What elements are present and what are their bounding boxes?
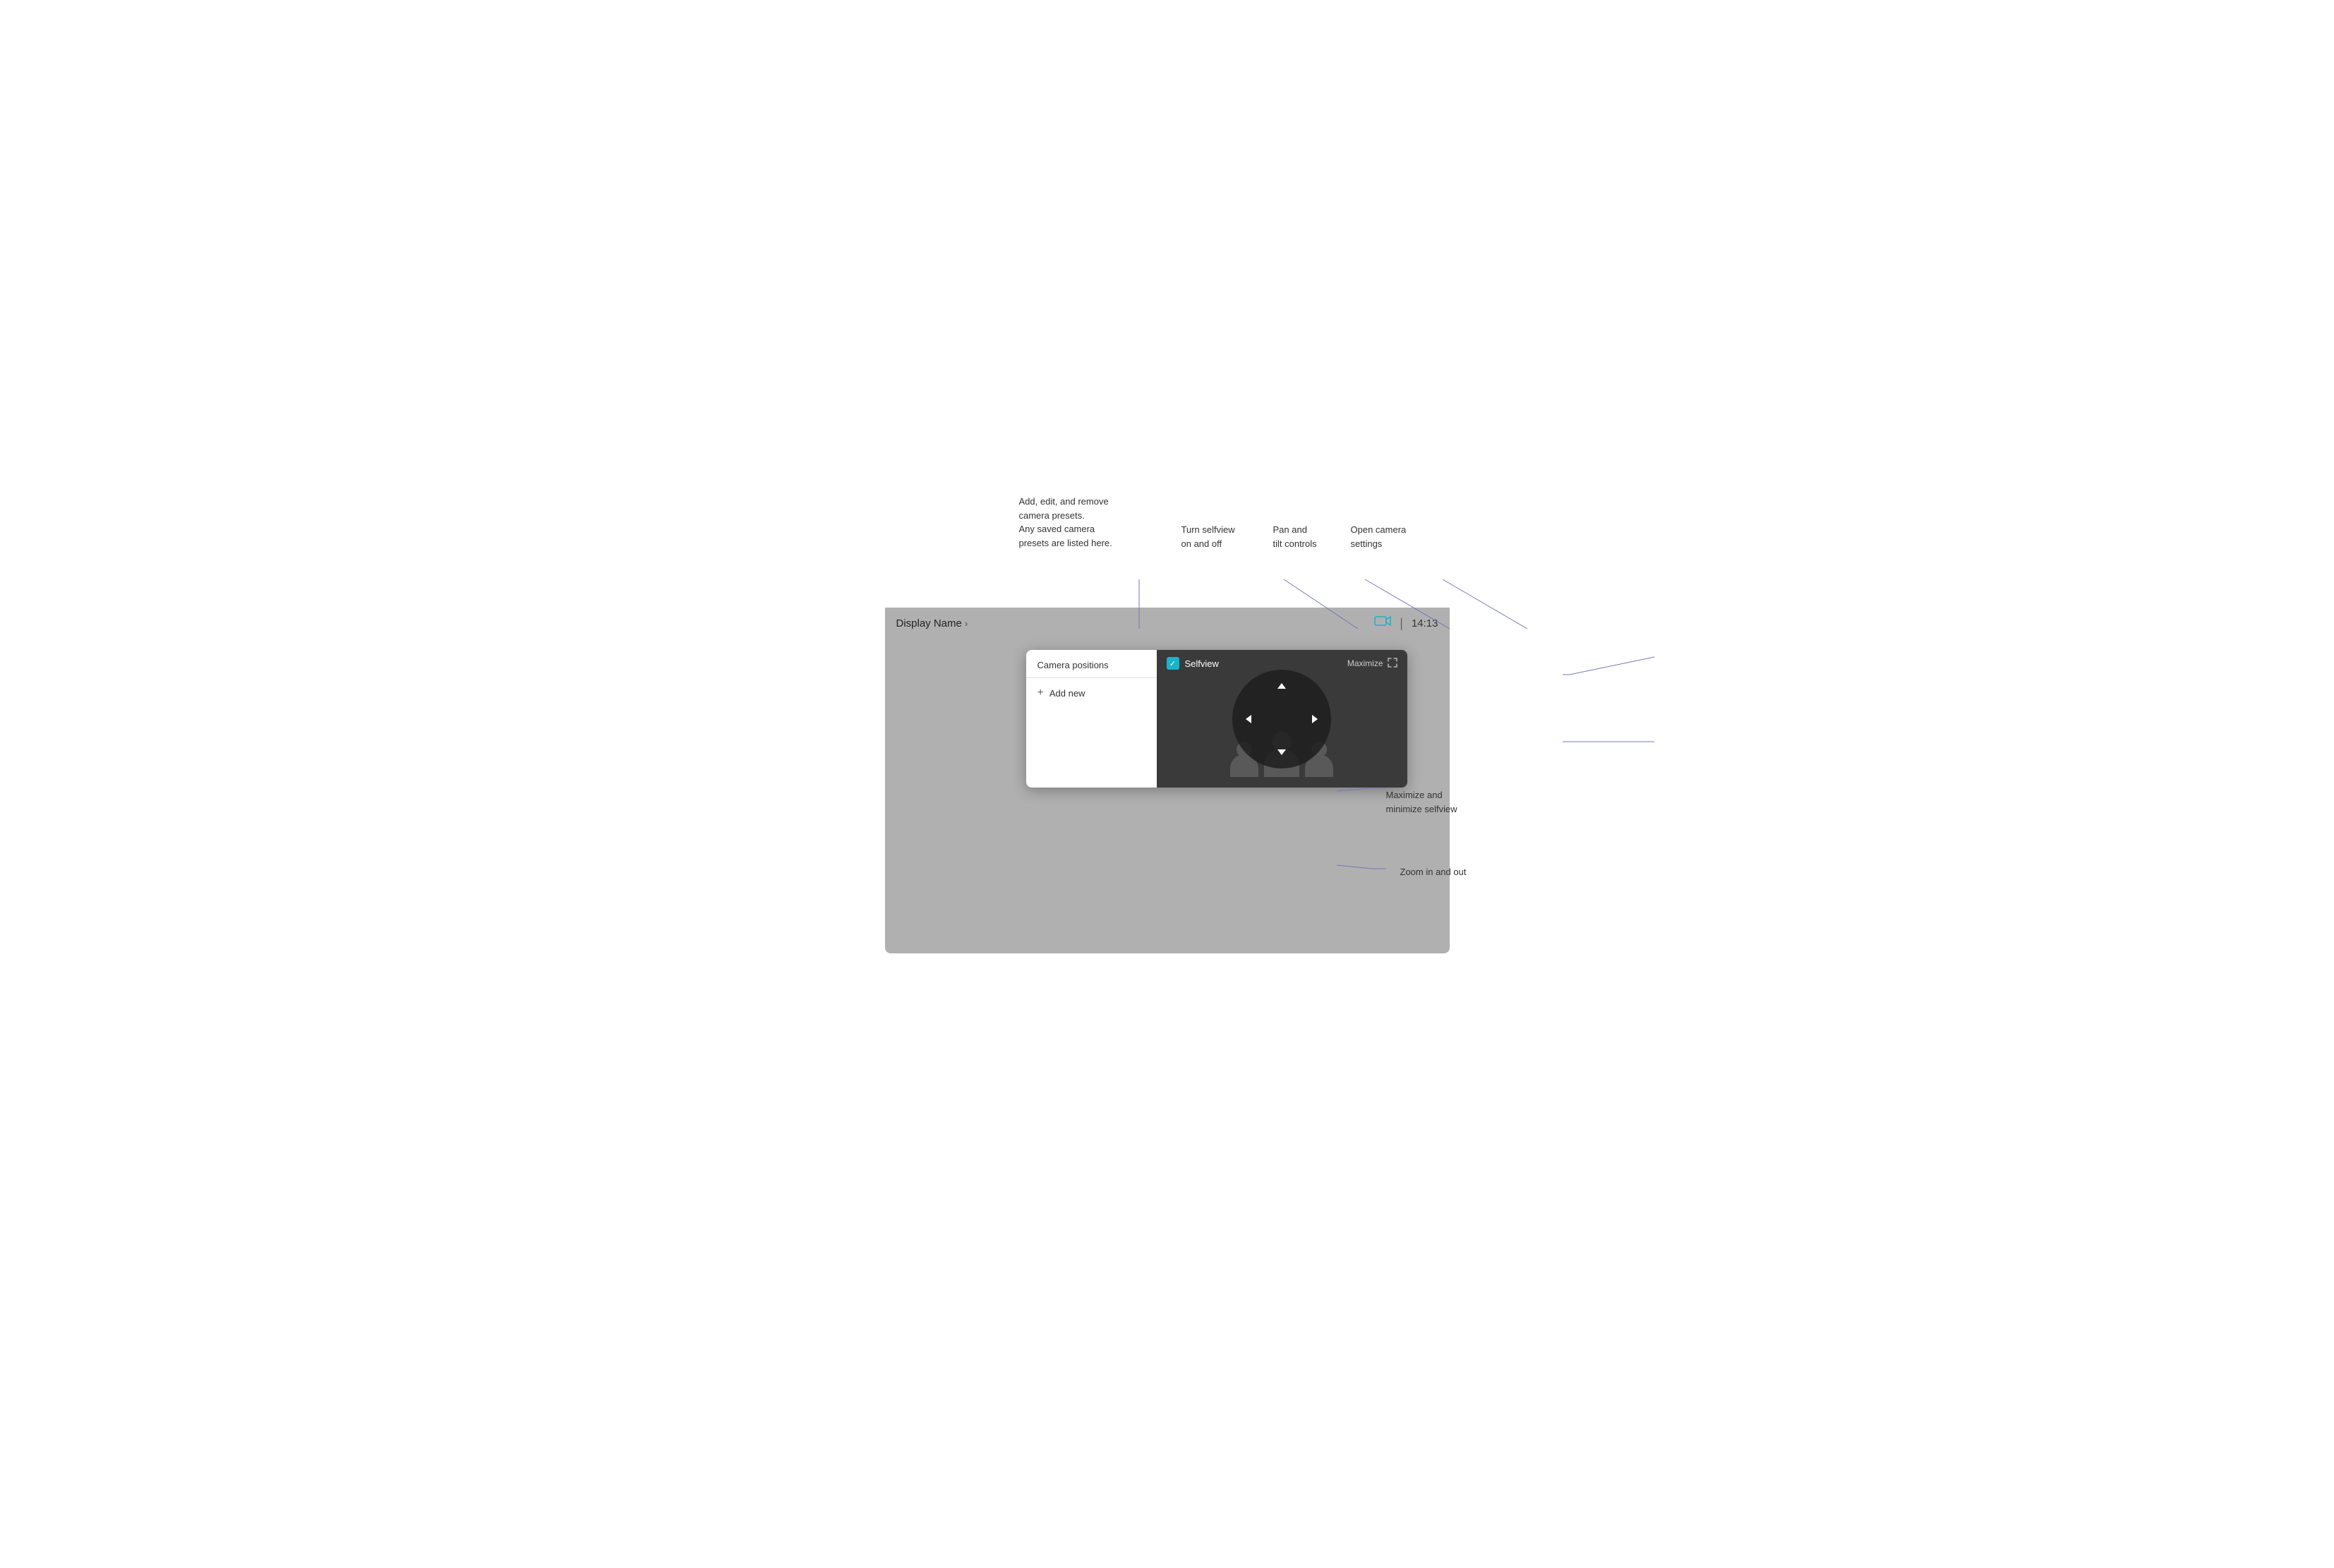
ptz-right-button[interactable] — [1304, 708, 1325, 730]
selfview-toggle[interactable]: ✓ Selfview — [1167, 657, 1219, 670]
maximize-label: Maximize — [1347, 658, 1383, 668]
selfview-container: Camera positions + Add new ✓ Selfview Ma… — [1026, 650, 1407, 788]
ptz-circle — [1232, 670, 1331, 768]
plus-icon: + — [1037, 687, 1044, 699]
time-display: 14:13 — [1412, 617, 1438, 629]
maximize-icon — [1388, 658, 1397, 670]
chevron-icon: › — [965, 618, 968, 629]
page-wrapper: Add, edit, and removecamera presets.Any … — [779, 466, 1556, 1102]
ptz-down-button[interactable] — [1271, 742, 1292, 763]
callout-pan-tilt: Pan andtilt controls — [1273, 523, 1344, 550]
callout-maximize-selfview: Maximize andminimize selfview — [1386, 788, 1513, 816]
ptz-left-button[interactable] — [1238, 708, 1259, 730]
add-new-label: Add new — [1049, 688, 1085, 699]
device-screen: Display Name › | 14:13 Camera positions — [885, 608, 1450, 953]
camera-positions-panel: Camera positions + Add new — [1026, 650, 1157, 788]
callout-zoom: Zoom in and out — [1400, 865, 1513, 879]
callout-camera-settings: Open camerasettings — [1351, 523, 1436, 550]
top-bar: Display Name › | 14:13 — [885, 608, 1450, 639]
display-name-text: Display Name — [896, 617, 962, 629]
display-name[interactable]: Display Name › — [896, 617, 968, 629]
maximize-button[interactable]: Maximize — [1347, 658, 1397, 670]
ptz-overlay — [1232, 670, 1331, 768]
callout-camera-presets: Add, edit, and removecamera presets.Any … — [1019, 495, 1132, 550]
camera-icon[interactable] — [1374, 615, 1391, 632]
callout-selfview: Turn selfviewon and off — [1181, 523, 1266, 550]
camera-positions-title: Camera positions — [1026, 650, 1157, 678]
top-bar-right: | 14:13 — [1374, 615, 1438, 632]
ptz-up-button[interactable] — [1271, 675, 1292, 696]
selfview-header: ✓ Selfview Maximize — [1157, 650, 1407, 677]
selfview-label: Selfview — [1185, 658, 1219, 669]
selfview-checkbox[interactable]: ✓ — [1167, 657, 1179, 670]
add-new-button[interactable]: + Add new — [1026, 678, 1157, 708]
divider: | — [1400, 616, 1403, 631]
selfview-right-panel: ✓ Selfview Maximize — [1157, 650, 1407, 788]
